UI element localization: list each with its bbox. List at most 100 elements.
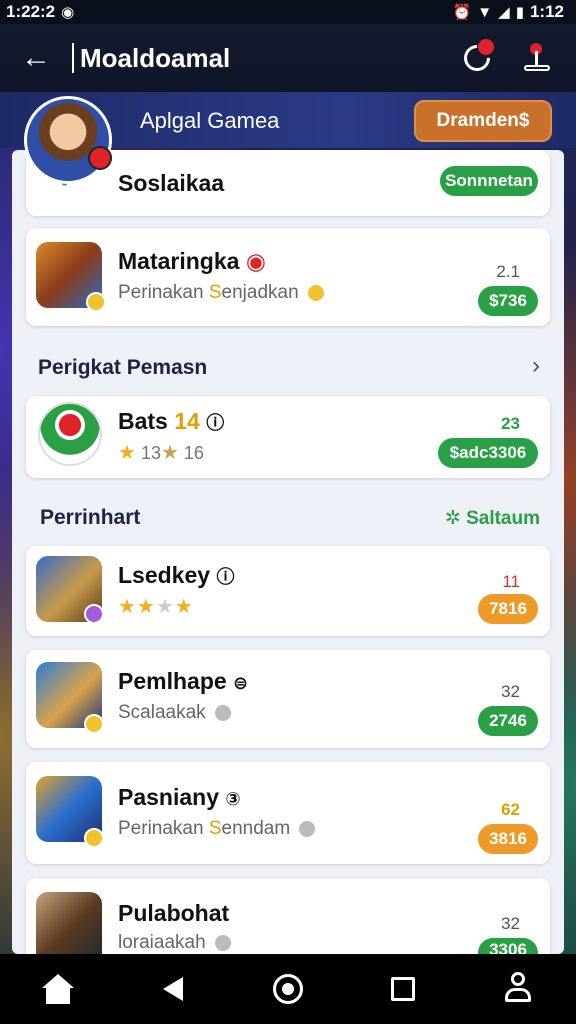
sub-suffix: enjadkan	[221, 282, 299, 303]
notification-icon: ◉	[61, 4, 75, 21]
info-icon: ③	[225, 789, 241, 809]
sub-accent: S	[208, 282, 222, 303]
home-roof	[41, 974, 74, 988]
rating-stars: ★ 13★ 16	[118, 442, 204, 464]
price-button[interactable]: 2746	[478, 706, 538, 736]
info-icon	[214, 934, 231, 951]
sub-prefix: Perinakan	[118, 818, 204, 839]
game-name: Pemlhape ⊜	[118, 668, 248, 695]
game-card[interactable]: Pemlhape ⊜ Scalaakak 32 2746	[26, 650, 550, 748]
game-thumbnail	[38, 402, 102, 466]
home-icon	[41, 974, 74, 1004]
game-count: 32	[501, 682, 520, 701]
game-card[interactable]: Mataringka ◉ Perinakan Senjadkan 2.1 $73…	[26, 228, 550, 326]
notification-dot	[478, 39, 494, 55]
game-count: 2.1	[496, 262, 520, 281]
info-icon: ⓘ	[206, 413, 225, 433]
game-card[interactable]: Pulabohat loraiaakah 32 3306	[26, 878, 550, 954]
game-name-text: Bats	[118, 408, 168, 434]
game-count: 23	[501, 414, 520, 433]
bottom-nav	[0, 954, 576, 1024]
game-name: Pulabohat	[118, 900, 230, 926]
game-name: Pasniany ③	[118, 784, 241, 811]
price-button[interactable]: $736	[478, 286, 538, 316]
back-button[interactable]: ←	[0, 24, 72, 92]
profile-nav-button[interactable]	[488, 959, 548, 1019]
game-card[interactable]: Pasniany ③ Perinakan Senndam 62 3816	[26, 762, 550, 864]
person-icon	[503, 972, 533, 1006]
game-subtitle: loraiaakah	[118, 932, 231, 954]
avatar[interactable]	[24, 96, 112, 184]
refresh-button[interactable]	[458, 39, 496, 77]
price-button[interactable]: $adc3306	[438, 438, 538, 468]
price-button[interactable]: 3816	[478, 824, 538, 854]
alarm-icon: ⏰	[452, 4, 472, 21]
signal-icon: ◢	[498, 4, 510, 21]
game-name-accent: 14	[174, 408, 200, 434]
game-thumbnail	[36, 892, 102, 954]
info-icon	[307, 284, 324, 301]
game-subtitle: Perinakan Senndam	[118, 818, 316, 840]
featured-button[interactable]: Sonnnetan	[440, 166, 538, 196]
sub-prefix: Perinakan	[118, 282, 204, 303]
section-title: Perrinhart	[40, 506, 141, 529]
recents-icon	[391, 977, 416, 1001]
game-name-text: Pasniany	[118, 784, 219, 810]
home-circle-icon	[272, 974, 303, 1004]
recents-button[interactable]	[373, 959, 433, 1019]
target-icon: ◉	[245, 248, 266, 274]
arrow-left-icon: ←	[21, 41, 51, 74]
status-time-right: 1:12	[529, 2, 564, 21]
back-nav-button[interactable]	[143, 959, 203, 1019]
avatar-badge	[88, 146, 112, 170]
rating-value: 13	[140, 443, 161, 463]
joystick-stick	[535, 51, 538, 65]
section-title: Perigkat Pemasn	[38, 356, 208, 379]
sparkle-icon: ✲	[444, 508, 461, 529]
joystick-base	[524, 65, 550, 71]
price-button[interactable]: 3306	[478, 938, 538, 954]
game-name: Mataringka ◉	[118, 248, 266, 275]
badge-icon	[84, 604, 104, 624]
game-name-text: Mataringka	[118, 248, 240, 274]
sub-suffix: enndam	[221, 818, 291, 839]
game-card[interactable]: Lsedkey ⓘ ★★★★ 11 7816	[26, 546, 550, 636]
section-link[interactable]: ✲ Saltaum	[445, 507, 540, 530]
game-subtitle: Perinakan Senjadkan	[118, 282, 324, 304]
home-body	[45, 988, 70, 1004]
banner-button[interactable]: Dramden$	[414, 100, 552, 142]
game-name-text: Pemlhape	[118, 668, 227, 694]
back-triangle-icon	[162, 977, 183, 1001]
info-icon: ⓘ	[216, 567, 235, 587]
game-name: Lsedkey ⓘ	[118, 562, 234, 589]
featured-name: Soslaikaa	[118, 170, 225, 196]
sub-text: loraiaakah	[118, 932, 206, 953]
price-button[interactable]: 7816	[478, 594, 538, 624]
info-icon	[299, 820, 316, 837]
sub-text: Scalaakak	[118, 702, 206, 723]
banner-title: Aplgal Gamea	[140, 108, 280, 133]
sub-accent: S	[208, 818, 222, 839]
status-time-left: 1:22:2	[6, 2, 56, 21]
game-card[interactable]: Bats 14 ⓘ ★ 13★ 16 23 $adc3306	[26, 396, 550, 478]
home-nav-button[interactable]	[28, 959, 88, 1019]
joystick-button[interactable]	[520, 41, 554, 75]
badge-icon	[84, 828, 104, 848]
section-link-text: Saltaum	[466, 508, 540, 529]
status-bar: 1:22:2 ◉ ⏰ ▼ ◢ ▮ 1:12	[0, 0, 576, 24]
person-head	[511, 972, 526, 986]
game-name-text: Lsedkey	[118, 562, 211, 588]
badge-icon	[86, 292, 106, 312]
game-subtitle: Scalaakak	[118, 702, 231, 724]
chevron-right-icon[interactable]: ›	[532, 352, 540, 380]
info-icon	[214, 704, 231, 721]
home-circle-button[interactable]	[258, 959, 318, 1019]
person-body	[505, 988, 532, 1002]
rating-extra: 16	[183, 443, 204, 463]
wifi-icon: ▼	[477, 3, 493, 21]
page-title: Moaldoamal	[72, 43, 230, 73]
badge-icon	[84, 714, 104, 734]
rating-stars: ★★★★	[118, 596, 194, 618]
game-count: 62	[501, 800, 520, 819]
battery-icon: ▮	[515, 4, 524, 21]
